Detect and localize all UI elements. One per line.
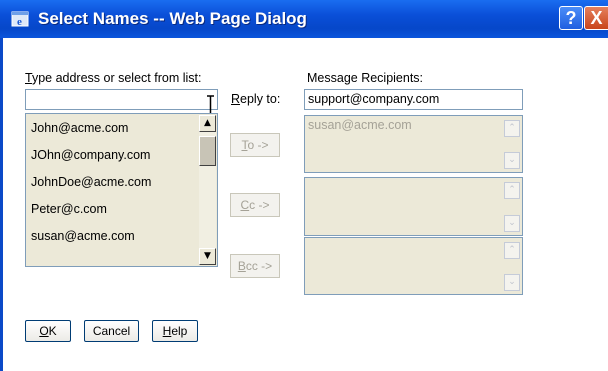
bcc-button[interactable]: Bcc -> <box>230 254 280 278</box>
to-recipients-box[interactable]: susan@acme.com ⌃ ⌄ <box>304 115 523 173</box>
to-recipients-text: susan@acme.com <box>308 118 412 132</box>
reply-to-input[interactable]: support@company.com <box>304 89 523 110</box>
help-icon: ? <box>565 8 577 28</box>
svg-text:e: e <box>17 16 22 28</box>
close-icon: X <box>590 8 603 28</box>
scroll-up-arrow-icon[interactable]: ⌃ <box>504 182 520 199</box>
help-title-button[interactable]: ? <box>559 6 583 30</box>
reply-to-label: Reply to: <box>231 92 281 106</box>
bcc-recipients-box[interactable]: ⌃ ⌄ <box>304 237 523 295</box>
list-item[interactable]: JohnDoe@acme.com <box>27 169 199 196</box>
help-button[interactable]: Help <box>152 320 198 342</box>
scroll-down-arrow-icon[interactable]: ⌄ <box>504 274 520 291</box>
scroll-down-arrow-icon[interactable]: ⌄ <box>504 215 520 232</box>
address-listbox[interactable]: John@acme.com JOhn@company.com JohnDoe@a… <box>25 113 218 267</box>
window-title: Select Names -- Web Page Dialog <box>38 9 307 28</box>
scroll-down-arrow-icon[interactable]: ▼ <box>199 248 216 265</box>
scroll-down-arrow-icon[interactable]: ⌄ <box>504 152 520 169</box>
cancel-button[interactable]: Cancel <box>84 320 139 342</box>
scroll-thumb[interactable] <box>199 136 216 166</box>
scroll-up-arrow-icon[interactable]: ⌃ <box>504 242 520 259</box>
list-item[interactable]: JOhn@company.com <box>27 142 199 169</box>
select-names-dialog: e Select Names -- Web Page Dialog ? X Ty… <box>0 0 608 371</box>
list-item[interactable]: susan@acme.com <box>27 223 199 250</box>
address-search-input[interactable] <box>25 89 218 110</box>
cc-button[interactable]: Cc -> <box>230 193 280 217</box>
list-scrollbar[interactable]: ▲ ▼ <box>199 115 216 265</box>
ok-button[interactable]: OK <box>25 320 71 342</box>
scroll-up-arrow-icon[interactable]: ⌃ <box>504 120 520 137</box>
list-item[interactable]: John@acme.com <box>27 115 199 142</box>
scroll-up-arrow-icon[interactable]: ▲ <box>199 115 216 132</box>
to-button[interactable]: To -> <box>230 133 280 157</box>
address-list-label: Type address or select from list: <box>25 71 202 85</box>
title-bar[interactable]: e Select Names -- Web Page Dialog ? X <box>0 0 608 38</box>
text-cursor-icon <box>207 95 214 115</box>
ie-dialog-icon: e <box>11 11 29 28</box>
window-frame <box>0 38 3 371</box>
cc-recipients-box[interactable]: ⌃ ⌄ <box>304 177 523 236</box>
close-title-button[interactable]: X <box>584 6 608 30</box>
list-item[interactable]: Peter@c.com <box>27 196 199 223</box>
message-recipients-label: Message Recipients: <box>307 71 424 85</box>
